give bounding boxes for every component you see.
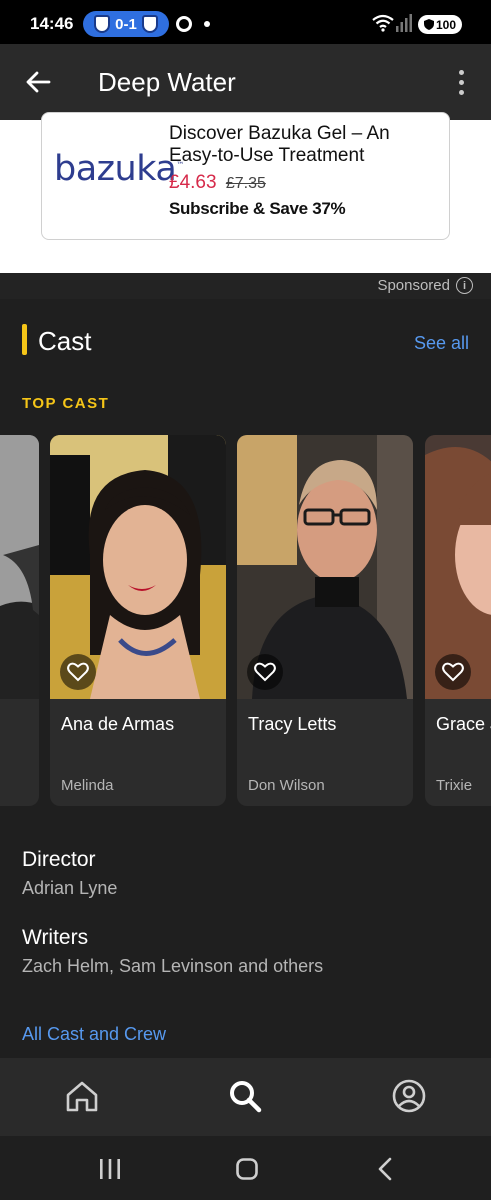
nav-profile-button[interactable] — [389, 1076, 429, 1116]
home-icon — [66, 1081, 98, 1112]
signal-icon — [396, 14, 412, 32]
heart-icon — [442, 662, 464, 682]
search-icon — [230, 1081, 262, 1113]
ad-text-block: Discover Bazuka Gel – An Easy-to-Use Tre… — [169, 123, 439, 219]
live-score-badge: 0-1 — [83, 11, 169, 37]
sponsored-bar: Sponsored i — [0, 273, 491, 299]
see-all-link[interactable]: See all — [414, 333, 469, 354]
battery-level: 100 — [435, 17, 457, 32]
bottom-nav — [0, 1058, 491, 1136]
director-name[interactable]: Adrian Lyne — [22, 878, 117, 899]
team-crest-icon — [141, 15, 158, 33]
system-nav-bar — [0, 1136, 491, 1200]
nav-home-button[interactable] — [62, 1076, 102, 1116]
cast-card[interactable] — [0, 435, 39, 806]
cast-name: Grace Jenkins — [436, 714, 491, 734]
ad-price-was: £7.35 — [225, 175, 266, 192]
ad-banner-area: bazuka™ Discover Bazuka Gel – An Easy-to… — [0, 112, 491, 273]
section-accent-bar — [22, 324, 27, 355]
chevron-left-icon — [378, 1157, 392, 1181]
team-crest-icon — [94, 15, 111, 33]
ad-price-now: £4.63 — [169, 172, 217, 193]
favorite-button[interactable] — [435, 654, 471, 690]
ad-brand-logo: bazuka™ — [54, 149, 184, 189]
heart-icon — [254, 662, 276, 682]
ad-headline: Discover Bazuka Gel – An Easy-to-Use Tre… — [169, 123, 390, 166]
ad-price: £4.63 £7.35 — [169, 172, 439, 194]
recent-apps-button[interactable] — [95, 1156, 125, 1182]
nav-search-button[interactable] — [225, 1076, 265, 1116]
favorite-button[interactable] — [247, 654, 283, 690]
sponsored-label[interactable]: Sponsored i — [377, 277, 473, 294]
recent-apps-icon — [100, 1159, 120, 1179]
top-cast-label: TOP CAST — [22, 395, 110, 412]
home-circle-icon — [236, 1158, 258, 1180]
live-score-text: 0-1 — [115, 15, 137, 33]
cast-role: Melinda — [61, 777, 114, 794]
more-options-button[interactable] — [446, 64, 476, 100]
notification-dot-icon — [204, 21, 210, 27]
favorite-button[interactable] — [60, 654, 96, 690]
director-label: Director — [22, 848, 96, 871]
sponsored-text: Sponsored — [377, 277, 450, 294]
back-system-button[interactable] — [370, 1156, 400, 1182]
all-cast-crew-link[interactable]: All Cast and Crew — [22, 1024, 166, 1045]
cast-card[interactable]: Grace Jenkins Trixie — [425, 435, 491, 806]
cast-section-title: Cast — [38, 326, 92, 356]
info-icon: i — [456, 277, 473, 294]
app-notification-icon — [176, 16, 192, 32]
cast-card[interactable]: Tracy Letts Don Wilson — [237, 435, 413, 806]
writers-names[interactable]: Zach Helm, Sam Levinson and others — [22, 956, 323, 977]
status-time: 14:46 — [30, 14, 74, 33]
more-vertical-icon-dot — [458, 89, 464, 95]
battery-badge: 100 — [418, 15, 462, 34]
writers-label: Writers — [22, 926, 89, 949]
cast-photo — [0, 435, 39, 699]
more-vertical-icon — [458, 69, 464, 75]
shield-icon — [423, 19, 434, 30]
profile-icon — [392, 1079, 426, 1113]
status-bar: 14:46 0-1 100 — [0, 0, 491, 44]
cast-role: Trixie — [436, 777, 473, 794]
home-system-button[interactable] — [232, 1156, 262, 1182]
cast-section-header: Cast See all — [0, 320, 491, 360]
back-button[interactable] — [18, 62, 58, 102]
arrow-left-icon — [26, 71, 51, 93]
ad-cta: Subscribe & Save 37% — [169, 199, 346, 218]
wifi-icon — [372, 14, 394, 32]
more-vertical-icon-dot — [458, 79, 464, 85]
cast-card[interactable]: Ana de Armas Melinda — [50, 435, 226, 806]
app-bar: Deep Water — [0, 44, 491, 120]
ad-card[interactable]: bazuka™ Discover Bazuka Gel – An Easy-to… — [41, 112, 450, 240]
cast-role: Don Wilson — [248, 777, 325, 794]
cast-name: Tracy Letts — [248, 714, 337, 734]
heart-icon — [67, 662, 89, 682]
ad-brand-logo-text: bazuka — [54, 149, 177, 189]
cast-name: Ana de Armas — [61, 714, 175, 734]
cast-carousel[interactable]: Ana de Armas Melinda Tracy Letts Don Wil… — [0, 435, 491, 807]
page-title: Deep Water — [98, 67, 236, 97]
